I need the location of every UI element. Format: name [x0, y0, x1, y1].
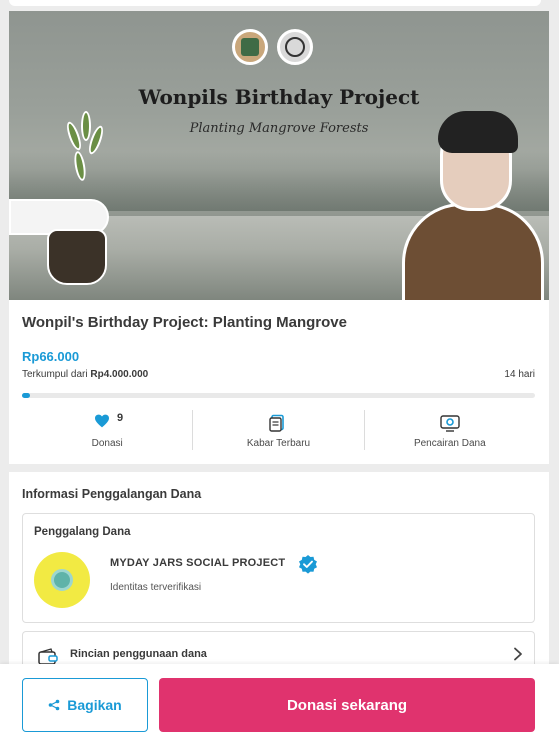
stat-pencairan-dana[interactable]: Pencairan Dana — [363, 410, 535, 450]
progress-fill — [22, 393, 31, 398]
donate-now-button[interactable]: Donasi sekarang — [159, 678, 535, 732]
share-button[interactable]: Bagikan — [22, 678, 148, 732]
heart-icon — [95, 414, 109, 428]
seedling-roots-illustration — [47, 229, 107, 285]
campaign-card: Wonpils Birthday Project Planting Mangro… — [9, 11, 549, 464]
section-title: Informasi Penggalangan Dana — [22, 487, 202, 501]
stat-label: Pencairan Dana — [413, 438, 486, 449]
raised-target-text: Terkumpul dari Rp4.000.000 — [22, 369, 148, 380]
detail-label: Rincian penggunaan dana — [70, 648, 207, 660]
mangrove-seedling-illustration — [64, 111, 106, 231]
progress-bar — [22, 393, 535, 398]
fundraiser-label: Penggalang Dana — [34, 526, 131, 538]
days-left: 14 hari — [504, 369, 535, 380]
fundraiser-card[interactable]: Penggalang Dana MYDAY JARS SOCIAL PROJEC… — [22, 513, 535, 623]
target-amount: Rp4.000.000 — [90, 369, 149, 380]
partner-logo-left — [232, 29, 268, 65]
org-name: MYDAY JARS SOCIAL PROJECT — [110, 557, 286, 569]
share-icon — [48, 699, 60, 711]
verified-badge-icon — [299, 555, 317, 574]
donation-count: 9 — [117, 412, 124, 424]
partner-logo-right — [277, 29, 313, 65]
person-photo — [394, 111, 544, 300]
raised-amount: Rp66.000 — [22, 349, 80, 364]
campaign-stats: 9 Donasi Kabar Terbaru Pencairan Dana — [22, 410, 535, 450]
org-avatar — [34, 552, 90, 608]
verification-status: Identitas terverifikasi — [110, 582, 202, 593]
fundraising-info-section: Informasi Penggalangan Dana Penggalang D… — [9, 472, 549, 672]
stat-kabar-terbaru[interactable]: Kabar Terbaru — [192, 410, 363, 450]
stat-donasi[interactable]: 9 Donasi — [22, 410, 192, 450]
stat-label: Donasi — [91, 438, 123, 449]
stat-label: Kabar Terbaru — [246, 438, 311, 449]
banner-title: Wonpils Birthday Project — [138, 85, 420, 109]
bottom-action-bar: Bagikan Donasi sekarang — [0, 664, 559, 733]
money-transfer-icon — [440, 415, 460, 432]
campaign-banner-image: Wonpils Birthday Project Planting Mangro… — [9, 11, 549, 300]
campaign-title: Wonpil's Birthday Project: Planting Mang… — [22, 314, 347, 331]
chevron-right-icon — [514, 647, 522, 661]
previous-card-edge — [9, 0, 541, 6]
document-icon — [269, 414, 285, 432]
raised-prefix: Terkumpul dari — [22, 369, 88, 380]
share-label: Bagikan — [67, 697, 122, 713]
